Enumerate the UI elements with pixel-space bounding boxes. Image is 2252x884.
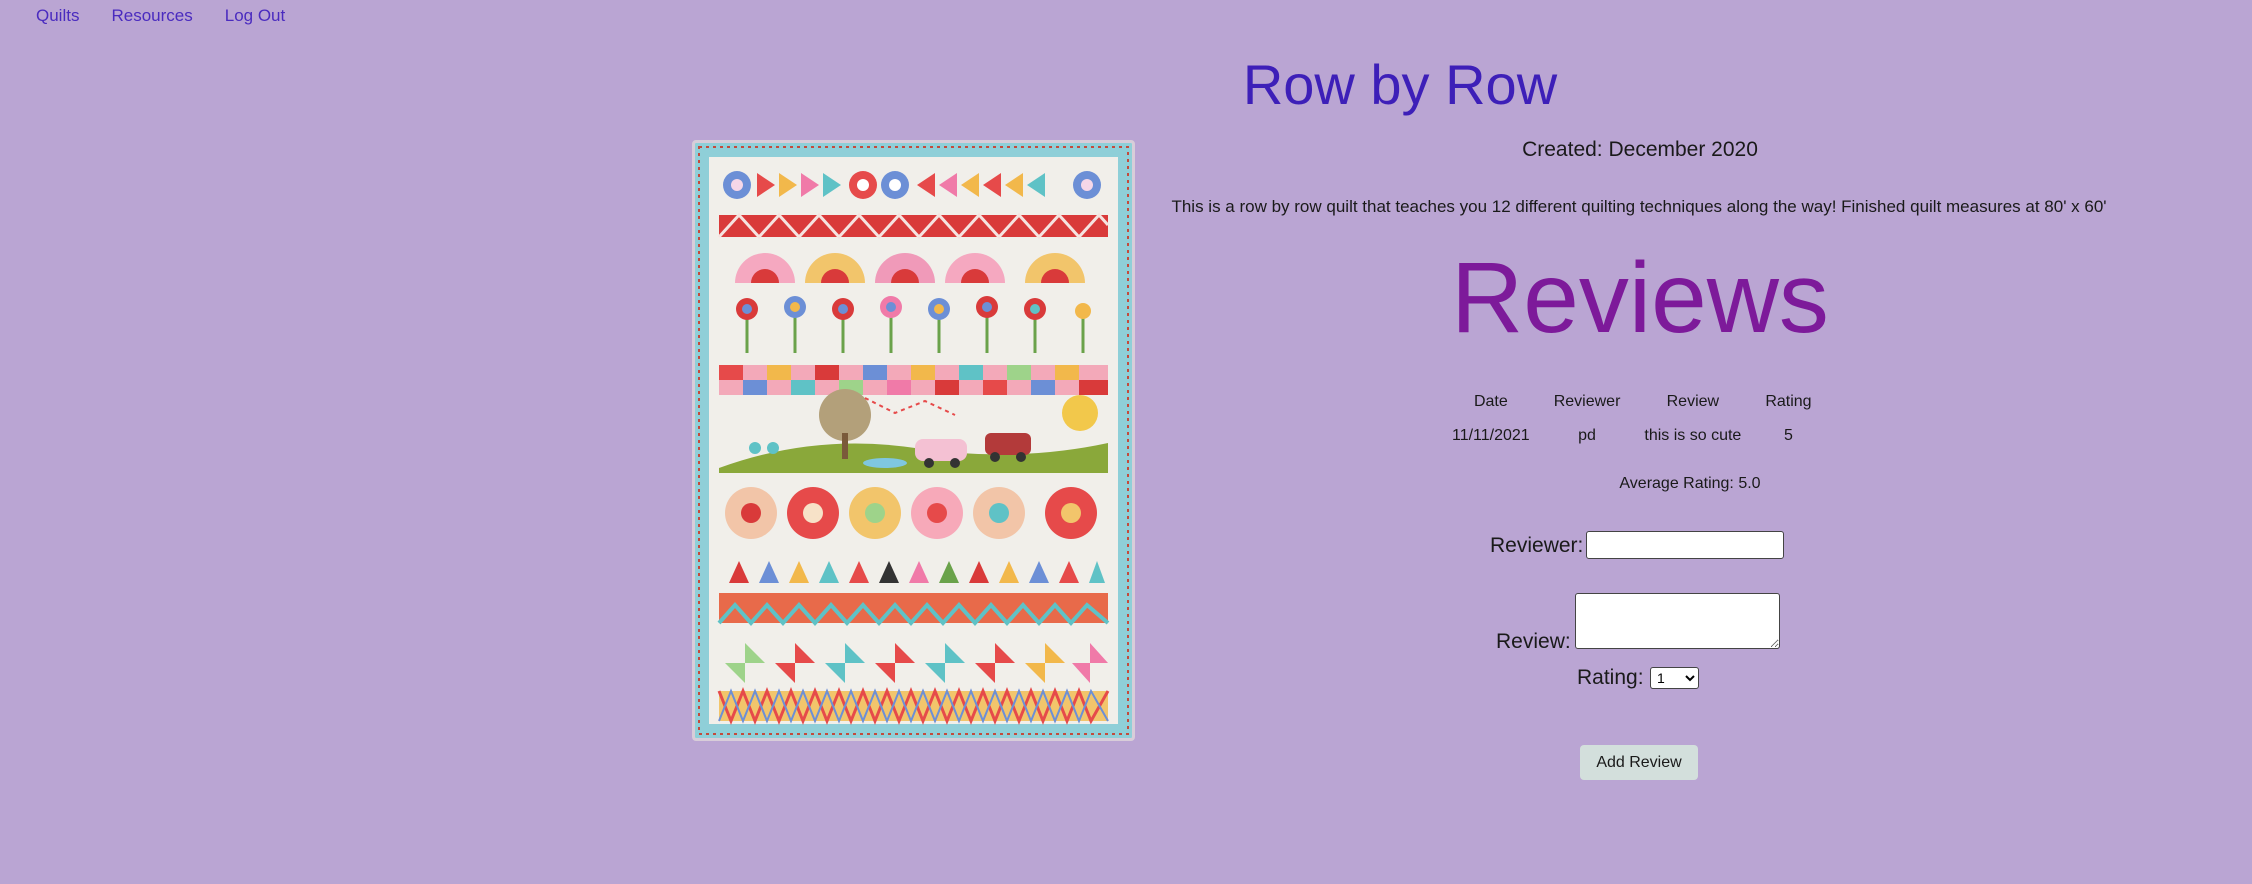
- page: Quilts Resources Log Out Row by Row Crea…: [0, 0, 2252, 884]
- add-review-button[interactable]: Add Review: [1580, 745, 1698, 780]
- nav-link-quilts[interactable]: Quilts: [36, 5, 79, 35]
- average-rating: Average Rating: 5.0: [1619, 475, 1761, 492]
- quilt-title: Row by Row: [1242, 53, 1558, 116]
- quilt-illustration: [695, 143, 1132, 738]
- reviewer-label: Reviewer:: [1490, 534, 1584, 557]
- column-header-review: Review: [1666, 393, 1720, 410]
- review-label: Review:: [1496, 630, 1571, 653]
- nav-link-log-out[interactable]: Log Out: [225, 5, 286, 35]
- rating-select[interactable]: 1: [1650, 667, 1699, 689]
- quilt-description: This is a row by row quilt that teaches …: [1171, 197, 2107, 216]
- review-textarea[interactable]: [1575, 593, 1780, 649]
- reviews-heading: Reviews: [1451, 242, 1829, 354]
- column-header-date: Date: [1473, 393, 1508, 410]
- created-date: Created: December 2020: [1522, 138, 1758, 161]
- review-text: this is so cute: [1644, 427, 1742, 444]
- reviewer-input[interactable]: [1586, 531, 1784, 559]
- top-nav: Quilts Resources Log Out: [36, 5, 317, 35]
- column-header-rating: Rating: [1765, 393, 1812, 410]
- nav-link-resources[interactable]: Resources: [111, 5, 192, 35]
- review-reviewer: pd: [1578, 427, 1596, 444]
- table-row: 11/11/2021 pd this is so cute 5: [1440, 417, 1824, 455]
- review-rating: 5: [1784, 427, 1793, 444]
- review-date: 11/11/2021: [1452, 427, 1530, 444]
- quilt-image: [692, 140, 1135, 741]
- column-header-reviewer: Reviewer: [1553, 393, 1621, 410]
- rating-label: Rating:: [1577, 666, 1644, 689]
- reviews-table-header-row: Date Reviewer Review Rating: [1440, 387, 1824, 417]
- reviews-table: Date Reviewer Review Rating 11/11/2021 p…: [1440, 387, 1824, 455]
